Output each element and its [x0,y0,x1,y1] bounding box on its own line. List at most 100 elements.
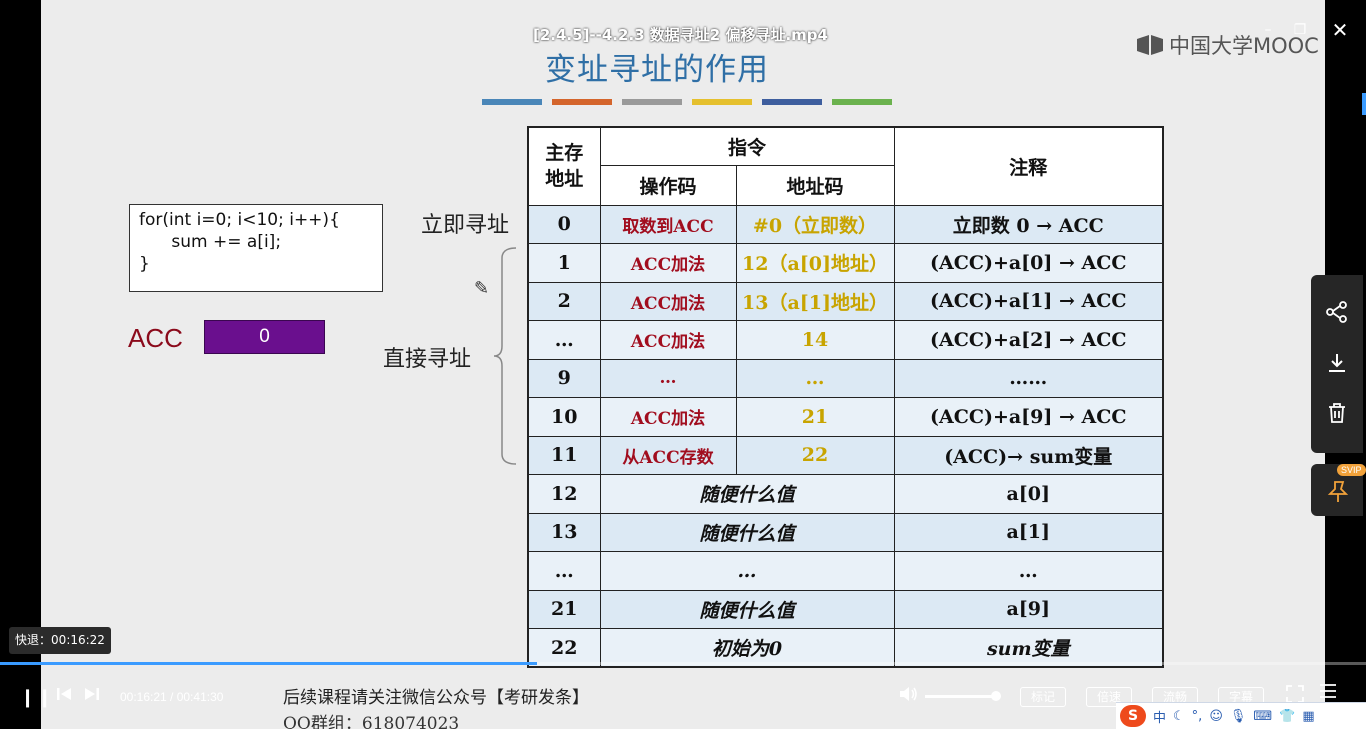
code-snippet: for(int i=0; i<10; i++){ sum += a[i]; } [129,204,383,292]
table-row: 11 从ACC存数 22 (ACC)→ sum变量 [527,435,1164,475]
ime-toolbar: S 中 ☾ °, ☺ 🎙 ⌨ 👕 ▦ [1116,702,1366,729]
cell-value: … [599,551,895,591]
pause-button[interactable]: ❙❙ [20,687,54,708]
cell-address: 1 [527,243,601,283]
video-file-title: [2.4.5]--4.2.3 数据寻址2 偏移寻址.mp4 [533,26,828,44]
edge-tab[interactable] [1362,93,1366,115]
table-row: 2 ACC加法 13（a[1]地址） (ACC)+a[1] → ACC [527,281,1164,321]
time-display: 00:16:21 / 00:41:30 [120,690,224,704]
cell-value: 随便什么值 [599,474,895,514]
table-row: 21 随便什么值 a[9] [527,589,1164,629]
keyboard-icon[interactable]: ⌨ [1253,709,1272,724]
cell-address: 13 [527,512,601,552]
cell-address-code: 21 [735,397,895,437]
emoji-icon[interactable]: ☺ [1209,709,1223,724]
cell-opcode: … [599,358,737,398]
mic-icon[interactable]: 🎙 [1230,709,1247,724]
title-accent-bars [482,99,892,105]
cell-address-code: 12（a[0]地址） [735,243,895,283]
table-row: 0 取数到ACC #0（立即数） 立即数 0 → ACC [527,204,1164,244]
cell-address: 12 [527,474,601,514]
cell-address-code: 13（a[1]地址） [735,281,895,321]
seek-tooltip: 快退：00:16:22 [9,627,111,654]
cell-comment: (ACC)+a[0] → ACC [893,243,1164,283]
cell-opcode: ACC加法 [599,243,737,283]
marker-button[interactable]: 标记 [1020,687,1066,707]
table-row: 13 随便什么值 a[1] [527,512,1164,552]
cell-address-code: 14 [735,320,895,360]
video-frame[interactable]: 中国大学MOOC 变址寻址的作用 for(int i=0; i<10; i++)… [41,0,1325,729]
cell-comment: 立即数 0 → ACC [893,204,1164,244]
cell-opcode: ACC加法 [599,281,737,321]
cell-address: … [527,320,601,360]
code-line: } [139,254,150,274]
cell-comment: (ACC)+a[1] → ACC [893,281,1164,321]
cell-address: 0 [527,204,601,244]
table-row: 1 ACC加法 12（a[0]地址） (ACC)+a[0] → ACC [527,243,1164,283]
volume-slider[interactable] [925,695,1000,698]
code-line: for(int i=0; i<10; i++){ [139,210,340,230]
delete-icon[interactable] [1311,402,1363,429]
cell-opcode: 从ACC存数 [599,435,737,475]
table-row: ……… [527,551,1164,591]
cell-address-code: … [735,358,895,398]
accent-bar [832,99,892,105]
ime-logo[interactable]: S [1120,705,1146,727]
label-direct-addressing: 直接寻址 [383,347,472,372]
acc-register-value: 0 [204,320,325,354]
title-bar: [2.4.5]--4.2.3 数据寻址2 偏移寻址.mp4 – ❐ ✕ [0,0,1366,60]
share-icon[interactable] [1311,301,1363,328]
cell-comment: …… [893,358,1164,398]
accent-bar [482,99,542,105]
pencil-icon: ✎ [474,278,490,299]
restore-icon[interactable]: ❐ [1290,20,1310,40]
svip-badge: SVIP [1337,464,1366,476]
cell-comment: (ACC)+a[2] → ACC [893,320,1164,360]
cell-value: 随便什么值 [599,512,895,552]
punctuation-icon[interactable]: °, [1192,709,1203,724]
cell-comment: a[0] [893,474,1164,514]
volume-knob[interactable] [991,691,1002,701]
skin-icon[interactable]: 👕 [1279,709,1295,724]
next-icon[interactable] [84,686,100,706]
cell-address: 2 [527,281,601,321]
accent-bar [762,99,822,105]
qq-group-notice: QQ群组：618074023 [283,714,460,729]
ime-mode[interactable]: 中 [1153,707,1166,726]
wechat-notice: 后续课程请关注微信公众号【考研发条】 [283,688,589,708]
cell-address: 21 [527,589,601,629]
header-opcode: 操作码 [599,164,737,206]
pin-icon[interactable] [1327,480,1349,509]
memory-table: 主存地址 指令 注释 操作码 地址码 0 取数到ACC #0（立即数） 立即数 0 →… [527,126,1164,668]
cell-address: 11 [527,435,601,475]
table-row: 9………… [527,358,1164,398]
acc-label: ACC [128,323,183,353]
accent-bar [552,99,612,105]
download-icon[interactable] [1311,352,1363,379]
video-player: 中国大学MOOC 变址寻址的作用 for(int i=0; i<10; i++)… [0,0,1366,729]
header-comment: 注释 [893,126,1164,206]
minimize-icon[interactable]: – [1258,20,1278,40]
close-icon[interactable]: ✕ [1330,20,1350,40]
cell-value: 随便什么值 [599,589,895,629]
cell-comment: (ACC)+a[9] → ACC [893,397,1164,437]
cell-comment: … [893,551,1164,591]
cell-address: 10 [527,397,601,437]
toolbox-icon[interactable]: ▦ [1302,709,1314,724]
cell-address: 9 [527,358,601,398]
header-main-memory: 主存地址 [527,126,601,206]
table-row: … ACC加法 14 (ACC)+a[2] → ACC [527,320,1164,360]
cell-opcode: ACC加法 [599,320,737,360]
cell-comment: (ACC)→ sum变量 [893,435,1164,475]
cell-address-code: #0（立即数） [735,204,895,244]
previous-icon[interactable] [56,686,72,706]
moon-icon[interactable]: ☾ [1173,709,1185,724]
header-address-code: 地址码 [735,164,895,206]
cell-comment: a[1] [893,512,1164,552]
table-row: 10 ACC加法 21 (ACC)+a[9] → ACC [527,397,1164,437]
side-action-panel [1311,275,1363,453]
volume-icon[interactable] [898,685,918,708]
accent-bar [622,99,682,105]
playlist-icon[interactable] [1319,683,1337,704]
cell-comment: a[9] [893,589,1164,629]
